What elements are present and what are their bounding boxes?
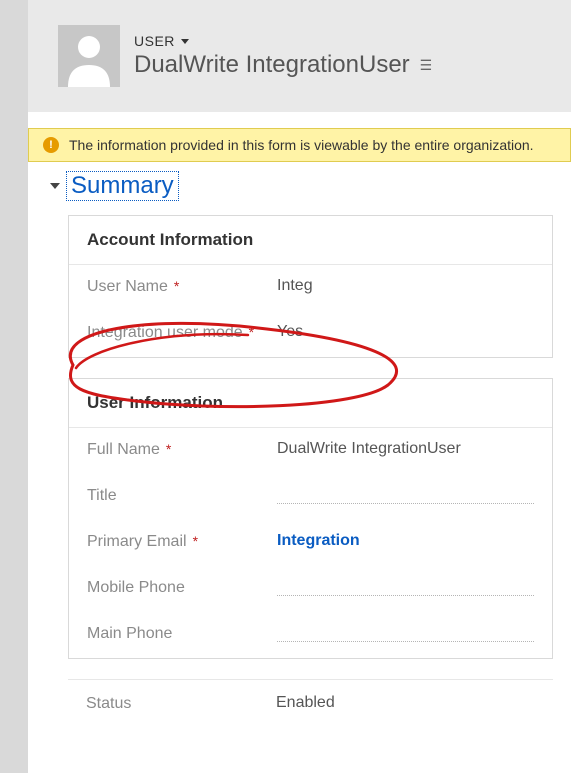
primary-email-label: Primary Email * [87, 532, 277, 553]
fullname-label: Full Name * [87, 440, 277, 461]
required-asterisk-icon: * [193, 532, 198, 550]
status-value: Enabled [276, 694, 535, 715]
warning-icon: ! [43, 137, 59, 153]
username-label: User Name * [87, 277, 277, 298]
account-information-card: Account Information User Name * Integ Int… [68, 215, 553, 358]
main-phone-label: Main Phone [87, 624, 277, 645]
header-text-block: USER DualWrite IntegrationUser ☰ [134, 33, 432, 79]
required-asterisk-icon: * [166, 440, 171, 458]
row-status: Status Enabled [68, 679, 553, 729]
empty-field-indicator [277, 486, 534, 504]
account-info-heading: Account Information [69, 216, 552, 265]
user-information-card: User Information Full Name * DualWrite In… [68, 378, 553, 659]
visibility-banner: ! The information provided in this form … [28, 128, 571, 162]
avatar-icon [58, 25, 120, 87]
row-integration-mode: Integration user mode * Yes [69, 311, 552, 357]
username-label-text: User Name [87, 277, 168, 298]
row-main-phone: Main Phone [69, 612, 552, 658]
mobile-phone-field[interactable] [277, 578, 534, 596]
main-phone-field[interactable] [277, 624, 534, 642]
mobile-phone-label: Mobile Phone [87, 578, 277, 599]
user-info-heading: User Information [69, 379, 552, 428]
list-icon[interactable]: ☰ [420, 57, 433, 74]
primary-email-field[interactable]: Integration [277, 532, 534, 550]
row-mobile-phone: Mobile Phone [69, 566, 552, 612]
username-field[interactable]: Integ [277, 277, 534, 295]
collapse-arrow-icon [50, 183, 60, 189]
integration-mode-field[interactable]: Yes [277, 323, 534, 341]
section-summary-toggle[interactable]: Summary [50, 171, 571, 201]
title-label: Title [87, 486, 277, 507]
row-primary-email: Primary Email * Integration [69, 520, 552, 566]
title-field[interactable] [277, 486, 534, 504]
left-gutter-strip [0, 0, 28, 773]
record-title: DualWrite IntegrationUser [134, 51, 410, 79]
banner-message: The information provided in this form is… [69, 137, 534, 153]
row-title: Title [69, 474, 552, 520]
fullname-field[interactable]: DualWrite IntegrationUser [277, 440, 534, 458]
required-asterisk-icon: * [249, 323, 254, 341]
form-header: USER DualWrite IntegrationUser ☰ [28, 0, 571, 112]
record-title-row: DualWrite IntegrationUser ☰ [134, 51, 432, 79]
entity-type-dropdown[interactable]: USER [134, 33, 432, 49]
empty-field-indicator [277, 624, 534, 642]
required-asterisk-icon: * [174, 277, 179, 295]
status-label: Status [86, 694, 276, 715]
empty-field-indicator [277, 578, 534, 596]
primary-email-label-text: Primary Email [87, 532, 187, 553]
row-fullname: Full Name * DualWrite IntegrationUser [69, 428, 552, 474]
row-username: User Name * Integ [69, 265, 552, 311]
section-title: Summary [66, 171, 179, 201]
integration-mode-label: Integration user mode * [87, 323, 277, 344]
fullname-label-text: Full Name [87, 440, 160, 461]
caret-down-icon [181, 39, 189, 44]
form-content: Summary Account Information User Name * I… [28, 165, 571, 773]
integration-mode-label-text: Integration user mode [87, 323, 243, 344]
entity-type-label: USER [134, 33, 175, 49]
